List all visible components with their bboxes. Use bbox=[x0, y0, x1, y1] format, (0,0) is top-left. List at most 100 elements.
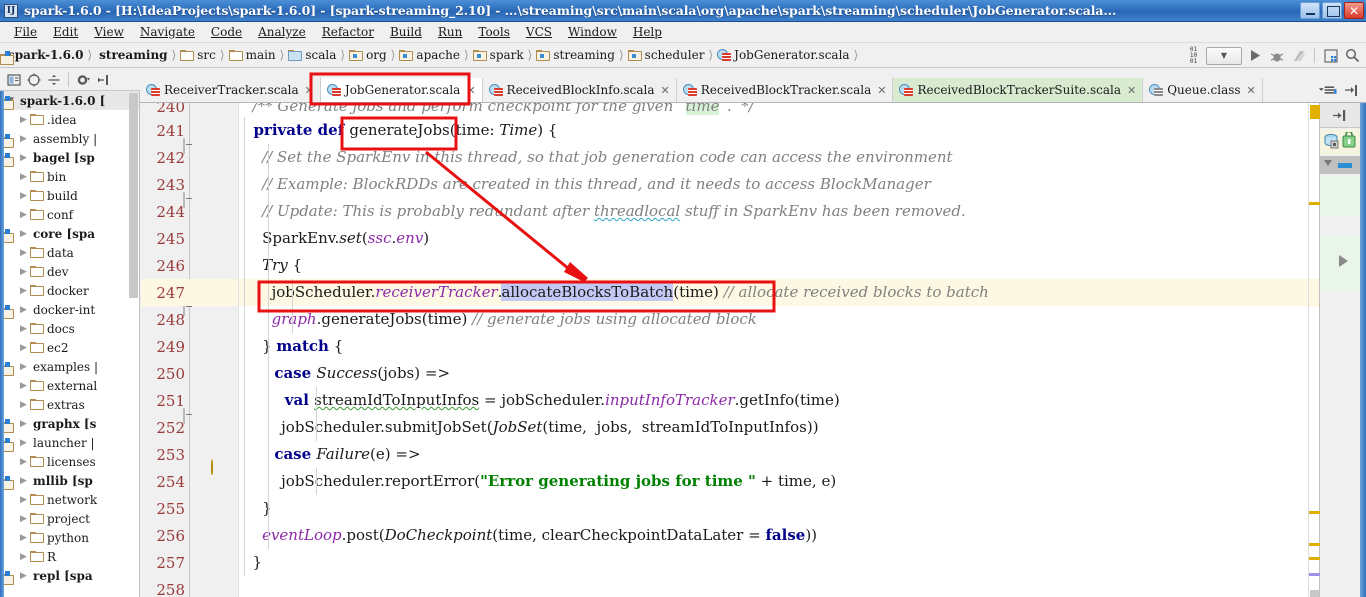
menu-item-navigate[interactable]: Navigate bbox=[132, 23, 203, 41]
menu-item-analyze[interactable]: Analyze bbox=[250, 23, 314, 41]
line-numbers-icon[interactable]: 01 10 01 bbox=[1184, 46, 1203, 65]
chevron-right-icon[interactable]: ▶ bbox=[17, 381, 30, 391]
chevron-right-icon[interactable]: ▶ bbox=[17, 115, 30, 125]
code-line-256[interactable]: eventLoop.post(DoCheckpoint(time, clearC… bbox=[239, 522, 1366, 549]
scroll-from-source-icon[interactable] bbox=[25, 71, 43, 89]
close-icon[interactable]: ✕ bbox=[1127, 84, 1136, 97]
collapse-all-icon[interactable] bbox=[45, 71, 63, 89]
close-icon[interactable]: ✕ bbox=[661, 84, 670, 97]
debug-icon[interactable] bbox=[1267, 46, 1286, 65]
sidebar-scrollbar[interactable] bbox=[129, 93, 138, 298]
editor-gutter[interactable]: 240 241 242 243 244 245 246 247 248 249 … bbox=[141, 103, 239, 597]
chevron-right-icon[interactable]: ▶ bbox=[17, 495, 30, 505]
layout-icon[interactable] bbox=[1321, 46, 1340, 65]
code-line-255[interactable]: } bbox=[239, 495, 1366, 522]
minimize-button[interactable] bbox=[1300, 2, 1320, 19]
code-line-249[interactable]: } match { bbox=[239, 333, 1366, 360]
tree-node-bagel[interactable]: ▶ bagel [sp bbox=[0, 148, 139, 167]
tree-node-bin[interactable]: ▶ bin bbox=[0, 167, 139, 186]
maximize-button[interactable] bbox=[1322, 2, 1342, 19]
editor-tab-receivedblockinfo[interactable]: ReceivedBlockInfo.scala ✕ bbox=[483, 78, 677, 102]
maven-projects-icon[interactable] bbox=[1341, 130, 1358, 152]
close-icon[interactable]: ✕ bbox=[466, 84, 475, 97]
breadcrumb-item-scheduler[interactable]: scheduler bbox=[627, 48, 706, 62]
breadcrumb-item-streaming[interactable]: streaming bbox=[0, 48, 168, 65]
project-view-icon[interactable] bbox=[5, 71, 23, 89]
chevron-right-icon[interactable]: ▶ bbox=[17, 191, 30, 201]
chevron-right-icon[interactable]: ▶ bbox=[17, 134, 30, 144]
tree-node-extras[interactable]: ▶ extras bbox=[0, 395, 139, 414]
tree-node-docs[interactable]: ▶ docs bbox=[0, 319, 139, 338]
code-line-250[interactable]: case Success(jobs) => bbox=[239, 360, 1366, 387]
menu-item-file[interactable]: File bbox=[6, 23, 45, 41]
error-stripe-gutter[interactable] bbox=[1308, 103, 1320, 597]
code-line-257[interactable]: } bbox=[239, 549, 1366, 576]
code-line-245[interactable]: SparkEnv.set(ssc.env) bbox=[239, 225, 1366, 252]
run-button[interactable] bbox=[1245, 46, 1264, 65]
editor-tab-receivedblocktrackersuite[interactable]: ReceivedBlockTrackerSuite.scala ✕ bbox=[893, 78, 1144, 102]
menu-item-vcs[interactable]: VCS bbox=[518, 23, 560, 41]
menu-item-tools[interactable]: Tools bbox=[470, 23, 518, 41]
right-bar-icons[interactable] bbox=[1320, 129, 1360, 155]
tree-node-launcher[interactable]: ▶ launcher | bbox=[0, 433, 139, 452]
structure-icon[interactable] bbox=[1322, 157, 1336, 174]
breadcrumb-item-streaming-pkg[interactable]: streaming bbox=[535, 48, 616, 62]
chevron-right-icon[interactable]: ▶ bbox=[17, 343, 30, 353]
preview-arrow-icon[interactable] bbox=[1339, 255, 1348, 267]
chevron-right-icon[interactable]: ▶ bbox=[17, 533, 30, 543]
tree-node-python[interactable]: ▶ python bbox=[0, 528, 139, 547]
code-line-242[interactable]: // Set the SparkEnv in this thread, so t… bbox=[239, 144, 1366, 171]
tree-node-root[interactable]: ▼ spark-1.6.0 [ bbox=[0, 91, 139, 110]
breadcrumb-item-spark[interactable]: spark bbox=[472, 48, 525, 62]
tree-node-data[interactable]: ▶ data bbox=[0, 243, 139, 262]
breadcrumb-item-scala[interactable]: scala bbox=[287, 48, 337, 62]
tree-node-build[interactable]: ▶ build bbox=[0, 186, 139, 205]
tree-node-docker[interactable]: ▶ docker bbox=[0, 281, 139, 300]
stripe-mark-warning[interactable] bbox=[1309, 557, 1320, 560]
stripe-mark-usage[interactable] bbox=[1309, 573, 1320, 576]
code-line-246[interactable]: Try { bbox=[239, 252, 1366, 279]
code-line-253[interactable]: case Failure(e) => bbox=[239, 441, 1366, 468]
run-configuration-selector[interactable]: ▼ bbox=[1206, 46, 1242, 65]
stripe-mark-warning[interactable] bbox=[1309, 511, 1320, 514]
editor-tab-queue-class[interactable]: Queue.class ✕ bbox=[1143, 78, 1263, 102]
chevron-right-icon[interactable]: ▶ bbox=[17, 248, 30, 258]
menu-item-view[interactable]: View bbox=[86, 23, 132, 41]
tree-node-graphx[interactable]: ▶ graphx [s bbox=[0, 414, 139, 433]
menu-item-window[interactable]: Window bbox=[560, 23, 625, 41]
stripe-mark-warning[interactable] bbox=[1309, 202, 1320, 205]
menu-item-run[interactable]: Run bbox=[430, 23, 471, 41]
editor-vertical-scrollbar[interactable] bbox=[1310, 590, 1319, 597]
code-line-244[interactable]: // Update: This is probably redundant af… bbox=[239, 198, 1366, 225]
tree-node-mllib[interactable]: ▶ mllib [sp bbox=[0, 471, 139, 490]
menu-item-refactor[interactable]: Refactor bbox=[314, 23, 382, 41]
tree-node-licenses[interactable]: ▶ licenses bbox=[0, 452, 139, 471]
chevron-right-icon[interactable]: ▶ bbox=[17, 305, 30, 315]
chevron-right-icon[interactable]: ▶ bbox=[17, 153, 30, 163]
code-line-254[interactable]: jobScheduler.reportError("Error generati… bbox=[239, 468, 1366, 495]
tree-node-dev[interactable]: ▶ dev bbox=[0, 262, 139, 281]
stripe-mark-warning[interactable] bbox=[1309, 543, 1320, 546]
code-editor[interactable]: 240 241 242 243 244 245 246 247 248 249 … bbox=[141, 103, 1366, 597]
chevron-right-icon[interactable]: ▶ bbox=[17, 229, 30, 239]
chevron-right-icon[interactable]: ▶ bbox=[17, 267, 30, 277]
chevron-right-icon[interactable]: ▶ bbox=[17, 172, 30, 182]
right-bar-structure-row[interactable] bbox=[1320, 156, 1360, 174]
code-line-243[interactable]: // Example: BlockRDDs are created in thi… bbox=[239, 171, 1366, 198]
gear-icon[interactable] bbox=[74, 71, 92, 89]
expand-editor-button[interactable] bbox=[1320, 103, 1360, 128]
sort-tabs-icon[interactable] bbox=[1318, 81, 1337, 100]
close-icon[interactable]: ✕ bbox=[877, 84, 886, 97]
tree-node-core[interactable]: ▶ core [spa bbox=[0, 224, 139, 243]
menu-item-code[interactable]: Code bbox=[203, 23, 250, 41]
menu-item-build[interactable]: Build bbox=[382, 23, 430, 41]
hide-panel-icon[interactable] bbox=[94, 71, 112, 89]
code-line-241[interactable]: private def generateJobs(time: Time) { bbox=[239, 117, 1366, 144]
editor-tab-receivedblocktracker[interactable]: ReceivedBlockTracker.scala ✕ bbox=[677, 78, 894, 102]
chevron-right-icon[interactable]: ▶ bbox=[17, 571, 30, 581]
tree-node-r[interactable]: ▶ R bbox=[0, 547, 139, 566]
breadcrumb-item-apache[interactable]: apache bbox=[398, 48, 461, 62]
project-tree-panel[interactable]: ▼ spark-1.6.0 [ ▶ .idea ▶ assembly | ▶ b… bbox=[0, 91, 140, 597]
breadcrumb-item-src[interactable]: src bbox=[179, 48, 217, 62]
chevron-right-icon[interactable]: ▶ bbox=[17, 457, 30, 467]
